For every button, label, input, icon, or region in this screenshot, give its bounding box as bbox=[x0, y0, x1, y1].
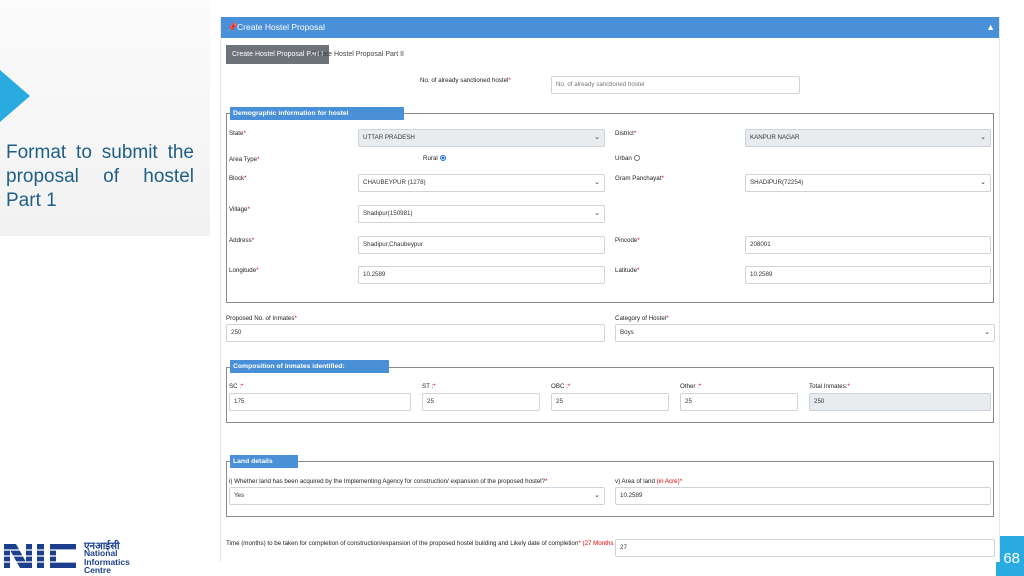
other-label: Other :* bbox=[680, 383, 702, 390]
village-select[interactable]: Shadipur(150981) ⌄ bbox=[358, 205, 605, 223]
composition-legend: Composition of inmates identified: bbox=[230, 360, 389, 373]
other-input[interactable]: 25 bbox=[680, 393, 798, 411]
chevron-down-icon: ⌄ bbox=[594, 210, 600, 217]
sanctioned-input[interactable]: No. of already sanctioned hostel bbox=[551, 76, 800, 94]
slide-caption: Format to submit the proposal of hostel … bbox=[6, 142, 194, 211]
village-label: Village* bbox=[229, 206, 250, 213]
window-title: Create Hostel Proposal bbox=[237, 22, 325, 32]
urban-radio[interactable]: Urban bbox=[615, 155, 640, 162]
pincode-label: Pincode* bbox=[615, 237, 640, 244]
slide: Format to submit the proposal of hostel … bbox=[0, 0, 1024, 576]
sanctioned-label: No. of already sanctioned hostel* bbox=[420, 77, 511, 84]
latitude-input[interactable]: 10.2589 bbox=[745, 266, 991, 284]
land-acquired-select[interactable]: Yes ⌄ bbox=[229, 487, 605, 505]
state-select[interactable]: UTTAR PRADESH ⌄ bbox=[358, 129, 605, 147]
side-arrow-icon bbox=[0, 70, 30, 122]
obc-label: OBC :* bbox=[551, 383, 571, 390]
gram-label: Gram Panchayat* bbox=[615, 175, 664, 182]
land-legend: Land details bbox=[230, 455, 298, 468]
radio-unselected-icon bbox=[633, 155, 640, 161]
chevron-down-icon: ⌄ bbox=[594, 179, 600, 186]
area-type-label: Area Type* bbox=[229, 156, 260, 163]
time-input[interactable]: 27 bbox=[615, 539, 995, 557]
page-number: 68 bbox=[996, 536, 1024, 576]
hostel-proposal-window: 📌Create Hostel Proposal ▲ Create Hostel … bbox=[220, 17, 1000, 562]
sc-input[interactable]: 175 bbox=[229, 393, 411, 411]
time-label: Time (months) to be taken for completion… bbox=[226, 540, 629, 547]
chevron-up-icon[interactable]: ▲ bbox=[986, 17, 995, 38]
logo-line-3: Centre bbox=[84, 565, 111, 575]
total-label: Total Inmates:* bbox=[809, 383, 850, 390]
inmates-label: Proposed No. of Inmates* bbox=[226, 315, 297, 322]
category-select[interactable]: Boys ⌄ bbox=[615, 324, 995, 342]
st-input[interactable]: 25 bbox=[422, 393, 540, 411]
address-input[interactable]: Shadipur,Chaubeypur bbox=[358, 236, 605, 254]
land-area-label: v) Area of land (in Acre)* bbox=[615, 478, 683, 485]
chevron-down-icon: ⌄ bbox=[594, 492, 600, 499]
district-label: District* bbox=[615, 130, 637, 137]
chevron-down-icon: ⌄ bbox=[984, 329, 990, 336]
rural-radio[interactable]: Rural bbox=[423, 155, 446, 162]
logo-english-text: National Informatics Centre bbox=[84, 549, 130, 575]
radio-selected-icon bbox=[439, 155, 446, 161]
pincode-input[interactable]: 208001 bbox=[745, 236, 991, 254]
address-label: Address* bbox=[229, 237, 255, 244]
tab-part-2[interactable]: Create Hostel Proposal Part II bbox=[305, 45, 410, 64]
district-select[interactable]: KANPUR NAGAR ⌄ bbox=[745, 129, 991, 147]
total-input: 250 bbox=[809, 393, 991, 411]
chevron-down-icon: ⌄ bbox=[980, 134, 986, 141]
chevron-down-icon: ⌄ bbox=[594, 134, 600, 141]
longitude-label: Longitude* bbox=[229, 267, 259, 274]
nic-logo-mark-icon bbox=[4, 544, 78, 568]
chevron-down-icon: ⌄ bbox=[980, 179, 986, 186]
st-label: ST :* bbox=[422, 383, 436, 390]
inmates-input[interactable]: 250 bbox=[226, 324, 605, 342]
nic-logo: एनआईसी National Informatics Centre bbox=[4, 538, 154, 574]
window-title-bar: 📌Create Hostel Proposal ▲ bbox=[221, 17, 999, 38]
obc-input[interactable]: 25 bbox=[551, 393, 669, 411]
block-label: Block* bbox=[229, 175, 247, 182]
latitude-label: Latitude* bbox=[615, 267, 640, 274]
land-acquired-label: i) Whether land has been acquired by the… bbox=[229, 478, 548, 485]
state-label: State* bbox=[229, 130, 246, 137]
block-select[interactable]: CHAUBEYPUR (1278) ⌄ bbox=[358, 174, 605, 192]
pin-icon: 📌 bbox=[227, 22, 238, 32]
land-area-input[interactable]: 10.2589 bbox=[615, 487, 991, 505]
gram-select[interactable]: SHADIPUR(72254) ⌄ bbox=[745, 174, 991, 192]
longitude-input[interactable]: 10.2589 bbox=[358, 266, 605, 284]
category-label: Category of Hostel* bbox=[615, 315, 669, 322]
sc-label: SC :* bbox=[229, 383, 244, 390]
demographic-legend: Demographic information for hostel bbox=[230, 107, 404, 120]
